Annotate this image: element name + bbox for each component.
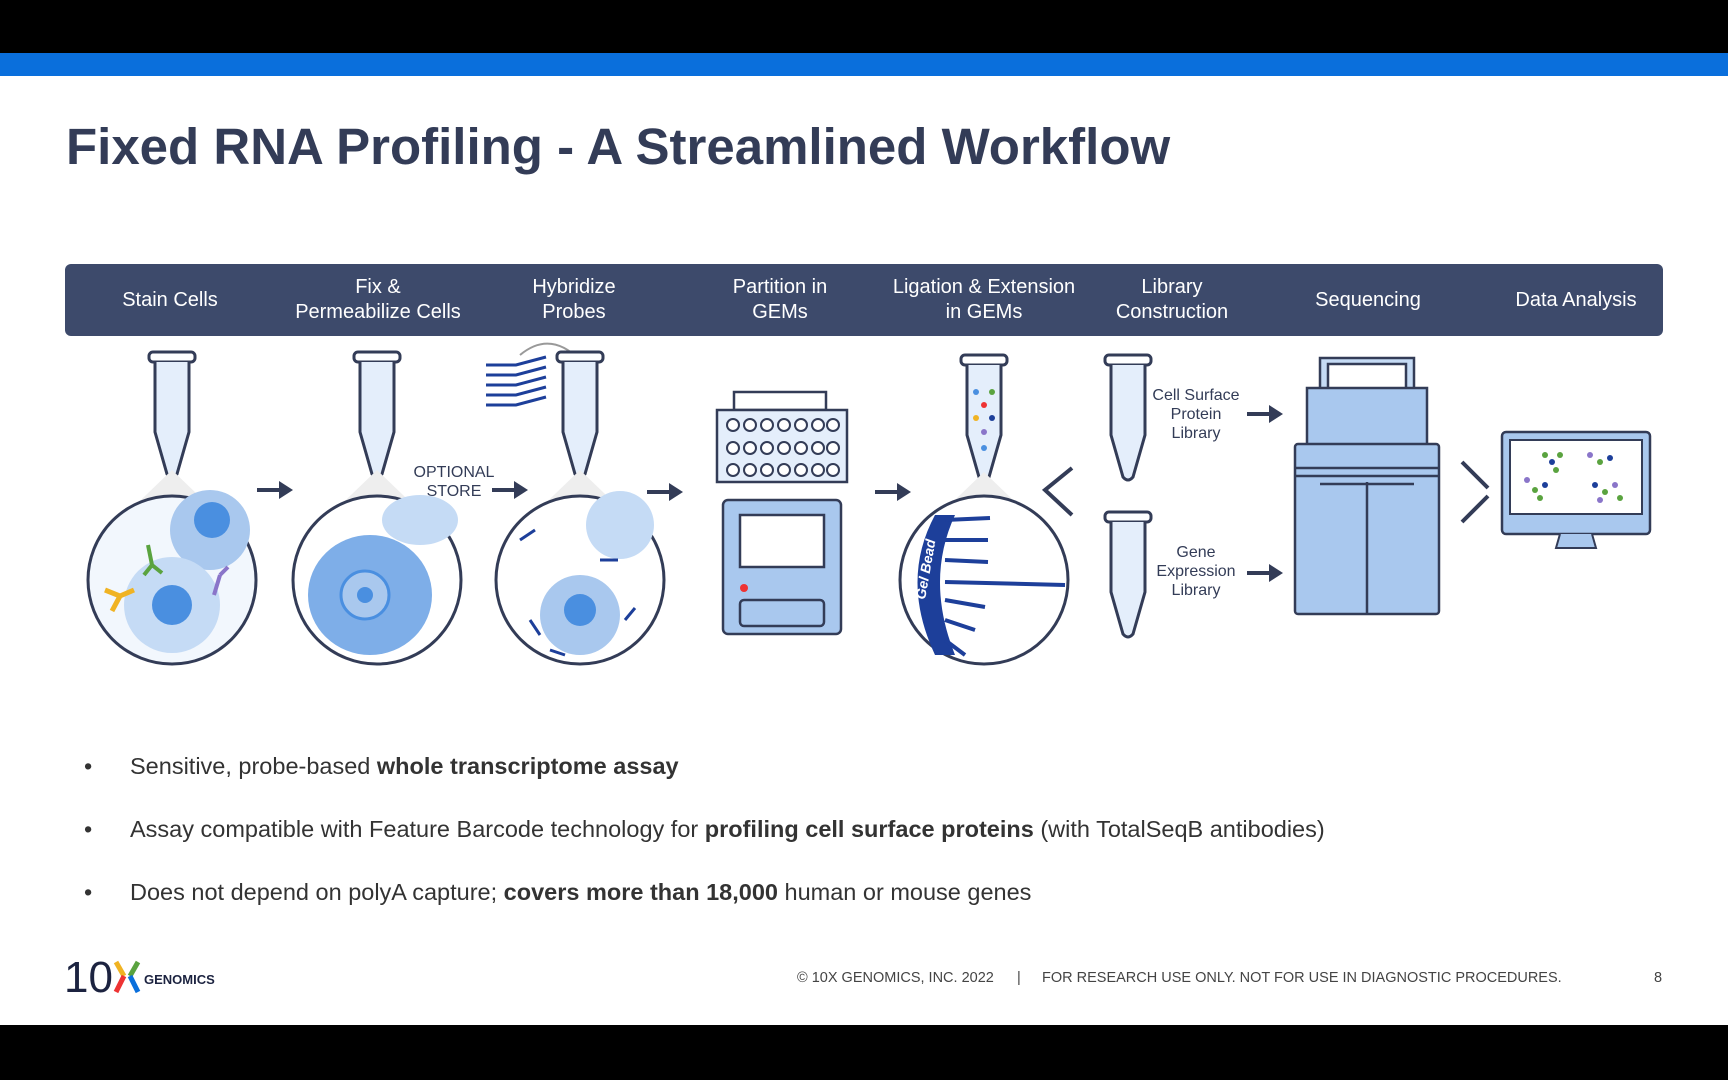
sequencer-icon xyxy=(1293,356,1441,616)
gene-expression-library-label: Gene Expression Library xyxy=(1156,544,1236,599)
arrow-icon xyxy=(255,479,295,501)
step-partition: Partition in GEMs xyxy=(732,276,828,323)
workflow-steps-header: Stain Cells Fix & Permeabilize Cells Hyb… xyxy=(65,264,1663,336)
gene-expression-tube-icon xyxy=(1103,510,1153,639)
optional-store-label: OPTIONAL STORE xyxy=(413,464,495,500)
arrow-icon xyxy=(873,481,913,503)
step-sequencing: Sequencing xyxy=(1315,288,1421,311)
slide: Fixed RNA Profiling - A Streamlined Work… xyxy=(0,53,1728,1025)
arrow-icon xyxy=(1245,403,1285,425)
chromium-controller-icon xyxy=(715,390,849,636)
merge-arrow-icon xyxy=(1460,460,1490,524)
page-number: 8 xyxy=(1654,970,1663,986)
step-library-construction: Library Construction xyxy=(1115,276,1229,323)
step-data-analysis: Data Analysis xyxy=(1515,288,1637,311)
footer-disclaimer: FOR RESEARCH USE ONLY. NOT FOR USE IN DI… xyxy=(1042,970,1562,986)
svg-text:GENOMICS: GENOMICS xyxy=(144,972,215,987)
svg-text:10: 10 xyxy=(64,954,113,998)
protein-library-tube-icon xyxy=(1103,353,1153,482)
footer-copyright: © 10X GENOMICS, INC. 2022 xyxy=(797,970,994,986)
cell-surface-library-label: Cell Surface Protein Library xyxy=(1152,387,1240,442)
monitor-icon xyxy=(1500,430,1652,549)
step-fix-permeabilize: Fix & Permeabilize Cells xyxy=(295,276,461,323)
step-hybridize-probes: Hybridize Probes xyxy=(532,276,616,323)
arrow-icon xyxy=(645,481,685,503)
step-stain-cells: Stain Cells xyxy=(122,288,218,311)
footer-separator: | xyxy=(1017,970,1021,986)
stain-cells-icon xyxy=(86,350,258,666)
fix-permeabilize-icon xyxy=(291,350,463,666)
step-ligation-extension: Ligation & Extension in GEMs xyxy=(892,276,1076,323)
10x-genomics-logo: 10 GENOMICS xyxy=(64,954,224,998)
arrow-icon xyxy=(1245,562,1285,584)
split-arrow-icon xyxy=(1041,466,1074,517)
arrow-icon xyxy=(490,479,530,501)
gel-bead-icon xyxy=(898,353,1070,666)
hybridize-probes-icon xyxy=(486,342,666,666)
